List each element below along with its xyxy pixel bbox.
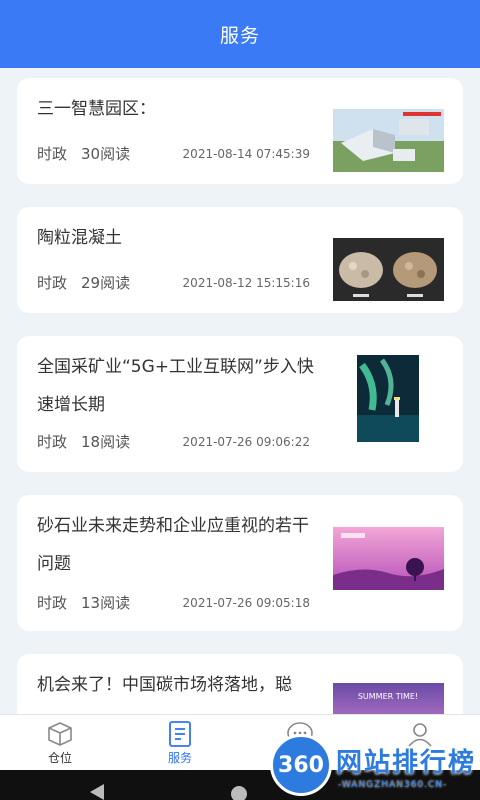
article-card[interactable]: 三一智慧园区： 时政 30阅读 2021-08-14 07:45:39 — [17, 78, 463, 184]
article-title: 全国采矿业“5G+工业互联网”步入快速增长期 — [37, 357, 314, 415]
page-title: 服务 — [219, 24, 260, 47]
article-title: 机会来了！中国碳市场将落地，聪 — [37, 675, 292, 695]
box-icon — [48, 722, 72, 746]
article-title: 三一智慧园区： — [37, 99, 156, 119]
article-views: 13阅读 — [81, 594, 131, 612]
article-list[interactable]: 三一智慧园区： 时政 30阅读 2021-08-14 07:45:39 陶粒混凝土… — [0, 68, 480, 714]
article-card[interactable]: 陶粒混凝土 时政 29阅读 2021-08-12 15:15:16 — [17, 207, 463, 313]
article-thumbnail — [333, 109, 444, 172]
document-icon — [169, 721, 191, 747]
watermark-logo: 360 — [270, 734, 332, 796]
article-meta: 时政 18阅读 — [37, 431, 130, 452]
article-meta: 时政 30阅读 — [37, 143, 130, 164]
app-header: 服务 — [0, 0, 480, 68]
thumbnail-caption: SUMMER TIME! — [358, 692, 418, 701]
article-thumbnail: SUMMER TIME! — [333, 683, 444, 714]
article-views: 29阅读 — [81, 274, 131, 292]
article-meta: 时政 13阅读 — [37, 592, 130, 613]
watermark-url: -WANGZHAN360.CN- — [338, 780, 448, 790]
tab-label: 服务 — [167, 751, 192, 765]
article-category: 时政 — [37, 274, 68, 292]
watermark-text: 网站排行榜 — [336, 748, 477, 778]
tab-warehouse[interactable]: 仓位 — [0, 715, 120, 770]
article-views: 18阅读 — [81, 433, 131, 451]
tab-label: 仓位 — [47, 751, 72, 765]
article-time: 2021-07-26 09:05:18 — [182, 596, 310, 610]
home-icon[interactable] — [231, 786, 247, 800]
article-thumbnail — [333, 238, 444, 301]
tab-service[interactable]: 服务 — [120, 715, 240, 770]
article-title: 陶粒混凝土 — [37, 228, 122, 248]
article-time: 2021-07-26 09:06:22 — [182, 435, 310, 449]
article-views: 30阅读 — [81, 145, 131, 163]
article-thumbnail — [333, 527, 444, 590]
article-card[interactable]: 全国采矿业“5G+工业互联网”步入快速增长期 时政 18阅读 2021-07-26… — [17, 336, 463, 472]
article-time: 2021-08-12 15:15:16 — [182, 276, 310, 290]
article-time: 2021-08-14 07:45:39 — [182, 147, 310, 161]
article-category: 时政 — [37, 145, 68, 163]
article-card[interactable]: 砂石业未来走势和企业应重视的若干问题 时政 13阅读 2021-07-26 09:… — [17, 495, 463, 631]
article-category: 时政 — [37, 433, 68, 451]
article-category: 时政 — [37, 594, 68, 612]
back-icon[interactable] — [90, 784, 104, 800]
article-meta: 时政 29阅读 — [37, 272, 130, 293]
article-thumbnail — [357, 355, 419, 442]
article-card[interactable]: 机会来了！中国碳市场将落地，聪 SUMMER TIME! — [17, 654, 463, 714]
article-title: 砂石业未来走势和企业应重视的若干问题 — [37, 516, 309, 574]
site-watermark: 360 网站排行榜 -WANGZHAN360.CN- — [270, 728, 480, 800]
